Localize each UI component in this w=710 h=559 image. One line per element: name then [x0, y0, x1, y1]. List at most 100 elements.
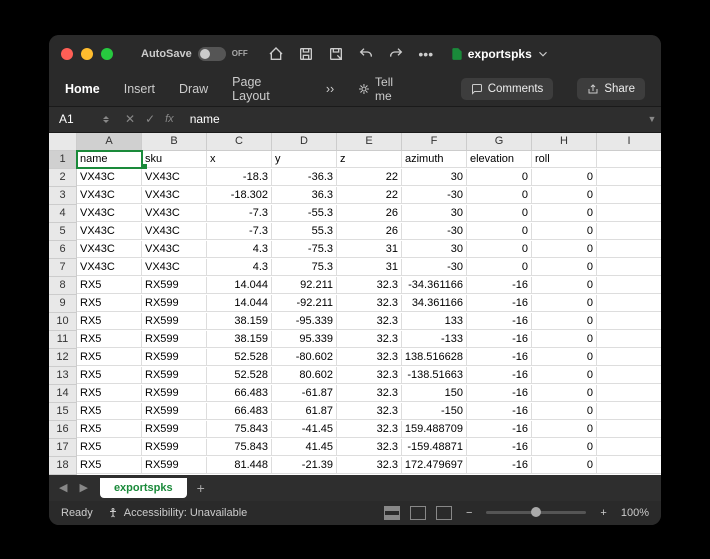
cell-C7[interactable]: 4.3 [207, 259, 272, 276]
col-header-H[interactable]: H [532, 133, 597, 151]
row-header-16[interactable]: 16 [49, 421, 77, 439]
cell-C18[interactable]: 81.448 [207, 457, 272, 474]
cell-A14[interactable]: RX5 [77, 385, 142, 402]
cell-F2[interactable]: 30 [402, 169, 467, 186]
cell-B6[interactable]: VX43C [142, 241, 207, 258]
cell-I6[interactable] [597, 241, 661, 258]
minimize-button[interactable] [81, 48, 93, 60]
cell-C17[interactable]: 75.843 [207, 439, 272, 456]
cell-F15[interactable]: -150 [402, 403, 467, 420]
cell-A4[interactable]: VX43C [77, 205, 142, 222]
cell-E8[interactable]: 32.3 [337, 277, 402, 294]
cell-C13[interactable]: 52.528 [207, 367, 272, 384]
cell-D1[interactable]: y [272, 151, 337, 168]
cell-H17[interactable]: 0 [532, 439, 597, 456]
view-page-layout[interactable] [410, 506, 426, 520]
cell-B5[interactable]: VX43C [142, 223, 207, 240]
add-sheet-button[interactable]: + [189, 480, 213, 496]
cell-C12[interactable]: 52.528 [207, 349, 272, 366]
comments-button[interactable]: Comments [461, 78, 554, 100]
cell-H2[interactable]: 0 [532, 169, 597, 186]
cell-H14[interactable]: 0 [532, 385, 597, 402]
cell-E3[interactable]: 22 [337, 187, 402, 204]
cell-B2[interactable]: VX43C [142, 169, 207, 186]
cell-C5[interactable]: -7.3 [207, 223, 272, 240]
cell-C10[interactable]: 38.159 [207, 313, 272, 330]
row-header-12[interactable]: 12 [49, 349, 77, 367]
cell-I16[interactable] [597, 421, 661, 438]
cell-E5[interactable]: 26 [337, 223, 402, 240]
cell-E14[interactable]: 32.3 [337, 385, 402, 402]
fullscreen-button[interactable] [101, 48, 113, 60]
cell-A2[interactable]: VX43C [77, 169, 142, 186]
cell-F13[interactable]: -138.51663 [402, 367, 467, 384]
cell-D7[interactable]: 75.3 [272, 259, 337, 276]
cell-F18[interactable]: 172.479697 [402, 457, 467, 474]
cell-G15[interactable]: -16 [467, 403, 532, 420]
cell-A7[interactable]: VX43C [77, 259, 142, 276]
cell-F11[interactable]: -133 [402, 331, 467, 348]
cell-B8[interactable]: RX599 [142, 277, 207, 294]
cell-E18[interactable]: 32.3 [337, 457, 402, 474]
cell-C16[interactable]: 75.843 [207, 421, 272, 438]
cell-E1[interactable]: z [337, 151, 402, 168]
cell-B10[interactable]: RX599 [142, 313, 207, 330]
close-button[interactable] [61, 48, 73, 60]
undo-icon[interactable] [358, 46, 374, 62]
col-header-E[interactable]: E [337, 133, 402, 151]
share-button[interactable]: Share [577, 78, 645, 100]
cell-B17[interactable]: RX599 [142, 439, 207, 456]
cell-B13[interactable]: RX599 [142, 367, 207, 384]
cell-E16[interactable]: 32.3 [337, 421, 402, 438]
save-as-icon[interactable] [328, 46, 344, 62]
cell-D15[interactable]: 61.87 [272, 403, 337, 420]
tell-me[interactable]: Tell me [358, 75, 413, 103]
cell-G2[interactable]: 0 [467, 169, 532, 186]
col-header-I[interactable]: I [597, 133, 661, 151]
cell-E10[interactable]: 32.3 [337, 313, 402, 330]
cell-F3[interactable]: -30 [402, 187, 467, 204]
row-header-2[interactable]: 2 [49, 169, 77, 187]
cell-E11[interactable]: 32.3 [337, 331, 402, 348]
row-header-13[interactable]: 13 [49, 367, 77, 385]
cell-E9[interactable]: 32.3 [337, 295, 402, 312]
row-header-17[interactable]: 17 [49, 439, 77, 457]
cell-E17[interactable]: 32.3 [337, 439, 402, 456]
cell-D5[interactable]: 55.3 [272, 223, 337, 240]
cell-D9[interactable]: -92.211 [272, 295, 337, 312]
name-box[interactable]: A1 [49, 112, 115, 126]
cell-B15[interactable]: RX599 [142, 403, 207, 420]
cell-A6[interactable]: VX43C [77, 241, 142, 258]
sheet-prev[interactable]: ◀ [55, 479, 71, 496]
ribbon-more[interactable]: ›› [326, 82, 334, 96]
cell-F9[interactable]: 34.361166 [402, 295, 467, 312]
cell-F4[interactable]: 30 [402, 205, 467, 222]
cell-D12[interactable]: -80.602 [272, 349, 337, 366]
toggle-switch[interactable] [198, 47, 226, 61]
cell-E13[interactable]: 32.3 [337, 367, 402, 384]
cell-I1[interactable] [597, 151, 661, 168]
tab-page-layout[interactable]: Page Layout [232, 75, 302, 103]
cell-D16[interactable]: -41.45 [272, 421, 337, 438]
cell-G4[interactable]: 0 [467, 205, 532, 222]
cell-E2[interactable]: 22 [337, 169, 402, 186]
cell-G6[interactable]: 0 [467, 241, 532, 258]
cell-B7[interactable]: VX43C [142, 259, 207, 276]
cell-I11[interactable] [597, 331, 661, 348]
cell-G13[interactable]: -16 [467, 367, 532, 384]
save-icon[interactable] [298, 46, 314, 62]
cell-A17[interactable]: RX5 [77, 439, 142, 456]
cell-F17[interactable]: -159.48871 [402, 439, 467, 456]
cell-F16[interactable]: 159.488709 [402, 421, 467, 438]
redo-icon[interactable] [388, 46, 404, 62]
cell-E7[interactable]: 31 [337, 259, 402, 276]
row-header-18[interactable]: 18 [49, 457, 77, 475]
cell-F6[interactable]: 30 [402, 241, 467, 258]
cell-A16[interactable]: RX5 [77, 421, 142, 438]
cell-G7[interactable]: 0 [467, 259, 532, 276]
row-header-4[interactable]: 4 [49, 205, 77, 223]
cell-G9[interactable]: -16 [467, 295, 532, 312]
cell-D8[interactable]: 92.211 [272, 277, 337, 294]
col-header-D[interactable]: D [272, 133, 337, 151]
zoom-in[interactable]: + [600, 507, 606, 519]
